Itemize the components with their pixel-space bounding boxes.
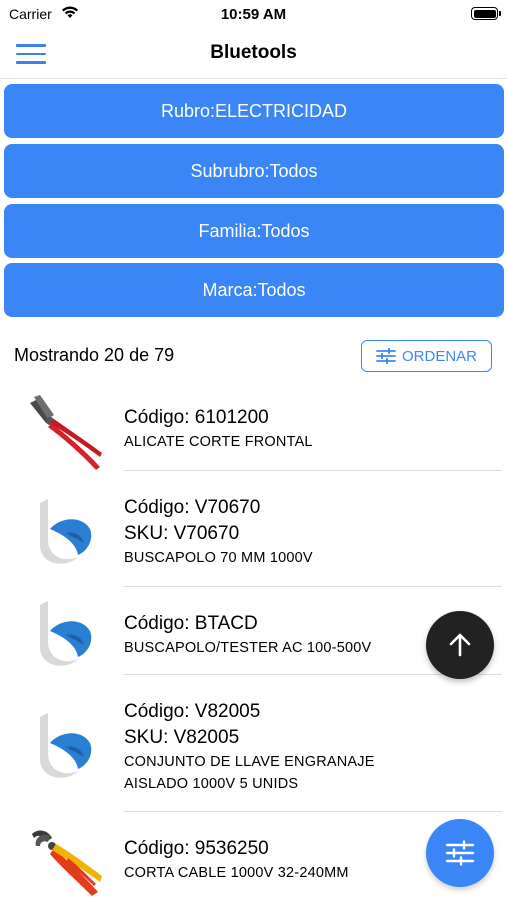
nav-bar: Bluetools [0, 30, 507, 79]
status-bar: Carrier 10:59 AM [0, 0, 507, 30]
page-title: Bluetools [210, 42, 297, 63]
filter-marca-button[interactable]: Marca:Todos [4, 263, 504, 317]
product-item[interactable]: Código: V82005 SKU: V82005 CONJUNTO DE L… [0, 675, 507, 812]
filter-fab-button[interactable] [426, 819, 494, 887]
product-description: CONJUNTO DE LLAVE ENGRANAJE [124, 754, 375, 770]
filter-rubro-button[interactable]: Rubro:ELECTRICIDAD [4, 84, 504, 138]
arrow-up-icon [449, 633, 471, 657]
pliers-image [30, 395, 102, 470]
product-description: BUSCAPOLO 70 MM 1000V [124, 550, 313, 566]
product-sku: SKU: V82005 [124, 727, 240, 748]
results-count: Mostrando 20 de 79 [14, 345, 175, 365]
product-code: Código: 6101200 [124, 407, 269, 428]
product-description: AISLADO 1000V 5 UNIDS [124, 776, 299, 792]
product-sku: SKU: V70670 [124, 523, 240, 544]
filter-subrubro-button[interactable]: Subrubro:Todos [4, 144, 504, 198]
bluetools-logo-placeholder [40, 499, 92, 564]
sliders-icon [445, 840, 475, 866]
bluetools-logo-placeholder [40, 713, 92, 778]
sliders-icon [376, 348, 396, 364]
product-item[interactable]: Código: 6101200 ALICATE CORTE FRONTAL [0, 385, 507, 471]
product-item[interactable]: Código: V70670 SKU: V70670 BUSCAPOLO 70 … [0, 471, 507, 587]
sort-button[interactable]: ORDENAR [361, 340, 492, 372]
battery-icon [471, 7, 501, 20]
bluetools-logo-placeholder [40, 601, 92, 666]
cable-cutter-image [32, 830, 102, 896]
filter-familia-button[interactable]: Familia:Todos [4, 204, 504, 258]
clock: 10:59 AM [220, 6, 287, 23]
sort-label: ORDENAR [401, 347, 477, 365]
product-code: Código: V82005 [124, 701, 261, 722]
product-code: Código: V70670 [124, 497, 261, 518]
product-description: ALICATE CORTE FRONTAL [124, 434, 313, 450]
scroll-to-top-button[interactable] [426, 611, 494, 679]
